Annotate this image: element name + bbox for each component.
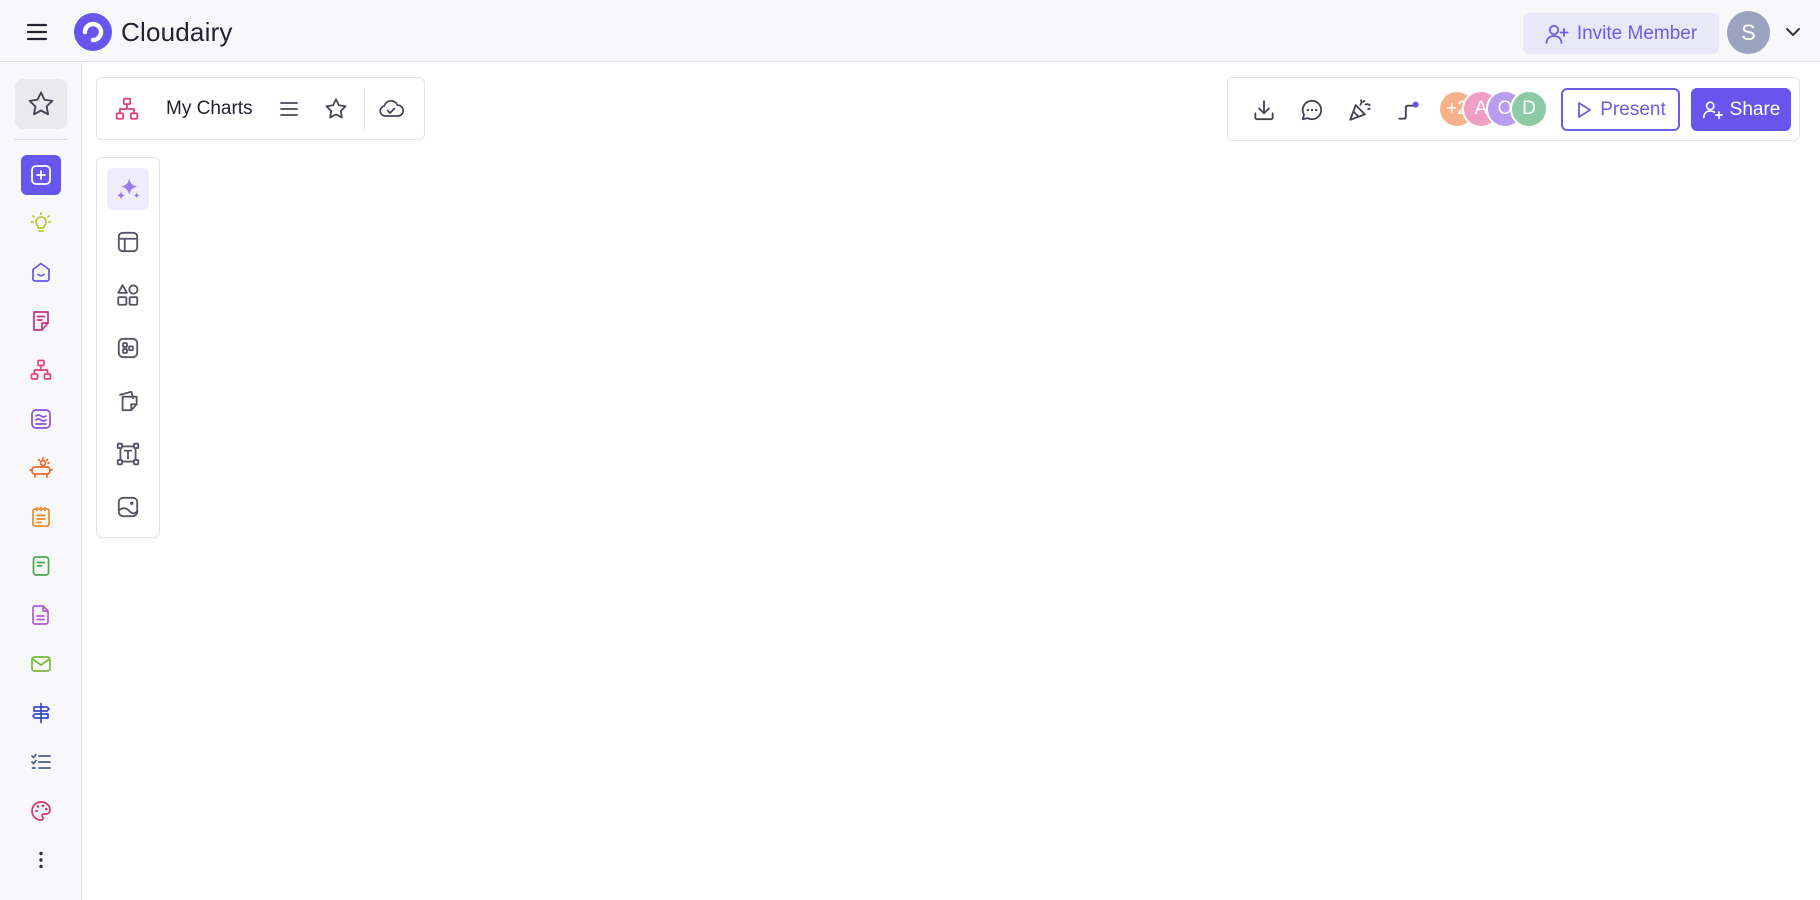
star-icon: [28, 91, 54, 116]
flowchart-icon: [115, 97, 139, 120]
sticky-note-icon: [33, 311, 49, 331]
sidebar-item-ideas[interactable]: [21, 203, 61, 243]
share-label: Share: [1729, 98, 1781, 120]
invite-member-button[interactable]: Invite Member: [1523, 13, 1719, 54]
connector-icon: [1398, 101, 1419, 120]
mail-icon: [31, 656, 51, 672]
star-icon[interactable]: [323, 96, 349, 122]
sidebar-item-docs[interactable]: [21, 399, 61, 439]
title-panel-divider: [364, 88, 365, 131]
favorites-button[interactable]: [15, 79, 67, 129]
user-share-icon: [1702, 100, 1723, 119]
wave-list-icon: [31, 409, 51, 429]
download-button[interactable]: [1250, 96, 1278, 124]
sidebar-item-notepad[interactable]: [21, 497, 61, 537]
ai-sparkle-icon: [116, 178, 140, 200]
sidebar-item-home[interactable]: [21, 252, 61, 292]
share-button[interactable]: Share: [1691, 88, 1791, 131]
notepad-icon: [32, 506, 50, 527]
brand-name: Cloudairy: [121, 16, 233, 47]
present-label: Present: [1600, 98, 1666, 120]
document-title-panel: My Charts: [96, 77, 425, 140]
celebrate-button[interactable]: [1346, 96, 1374, 124]
text-box-icon: [116, 442, 140, 466]
image-icon: [117, 496, 139, 518]
sidebar-item-roadmap[interactable]: [21, 693, 61, 733]
play-icon: [1578, 101, 1592, 118]
lightbulb-icon: [30, 212, 52, 232]
components-icon: [117, 337, 139, 359]
sidebar-item-diagrams[interactable]: [21, 350, 61, 390]
party-popper-icon: [1349, 99, 1371, 121]
menu-icon[interactable]: [277, 97, 301, 121]
sidebar-divider: [14, 139, 68, 140]
brand[interactable]: Cloudairy: [74, 13, 233, 51]
sidebar-item-notes[interactable]: [21, 301, 61, 341]
sidebar-item-document[interactable]: [21, 546, 61, 586]
components-tool[interactable]: [107, 327, 149, 369]
shapes-tool[interactable]: [107, 274, 149, 316]
home-icon: [32, 262, 50, 282]
image-tool[interactable]: [107, 486, 149, 528]
top-header: Cloudairy Invite Member S: [0, 0, 1820, 62]
comments-button[interactable]: [1298, 96, 1326, 124]
tool-palette: [96, 157, 160, 538]
top-right-toolbar: +2 A O D Present Share: [1227, 77, 1800, 141]
sidebar-item-boards[interactable]: [21, 448, 61, 488]
user-plus-icon: [1545, 24, 1569, 44]
checklist-icon: [31, 753, 51, 769]
sidebar-item-create[interactable]: [21, 155, 61, 195]
sidebar-item-mail[interactable]: [21, 644, 61, 684]
invite-member-label: Invite Member: [1576, 22, 1698, 44]
comment-icon: [1301, 99, 1323, 121]
template-icon: [117, 231, 139, 253]
chevron-down-icon[interactable]: [1782, 22, 1804, 42]
download-icon: [1254, 100, 1274, 121]
user-avatar[interactable]: S: [1727, 11, 1770, 54]
templates-tool[interactable]: [107, 221, 149, 263]
flowchart-icon: [30, 359, 52, 380]
palette-icon: [31, 801, 51, 821]
sidebar-item-files[interactable]: [21, 595, 61, 635]
present-button[interactable]: Present: [1561, 88, 1680, 131]
document-icon: [32, 556, 50, 576]
cloudairy-logo-icon: [74, 13, 112, 51]
signpost-icon: [32, 702, 50, 724]
file-text-icon: [32, 605, 49, 625]
sidebar-item-more[interactable]: [21, 840, 61, 880]
hamburger-menu-icon[interactable]: [22, 19, 52, 45]
idea-board-icon: [29, 457, 53, 478]
cloud-saved-icon: [379, 99, 404, 117]
text-tool[interactable]: [107, 433, 149, 475]
sticky-notes-icon: [119, 390, 138, 412]
connector-button[interactable]: [1394, 96, 1422, 124]
sidebar-item-tasks[interactable]: [21, 742, 61, 782]
sidebar-item-themes[interactable]: [21, 791, 61, 831]
shapes-icon: [117, 284, 139, 306]
collaborator-avatar[interactable]: D: [1510, 90, 1548, 128]
sticky-notes-tool[interactable]: [107, 380, 149, 422]
document-title[interactable]: My Charts: [166, 98, 253, 120]
more-vertical-icon: [39, 851, 43, 869]
left-sidebar: [0, 63, 82, 900]
ai-assistant-tool[interactable]: [107, 168, 149, 210]
add-square-icon: [31, 165, 51, 185]
